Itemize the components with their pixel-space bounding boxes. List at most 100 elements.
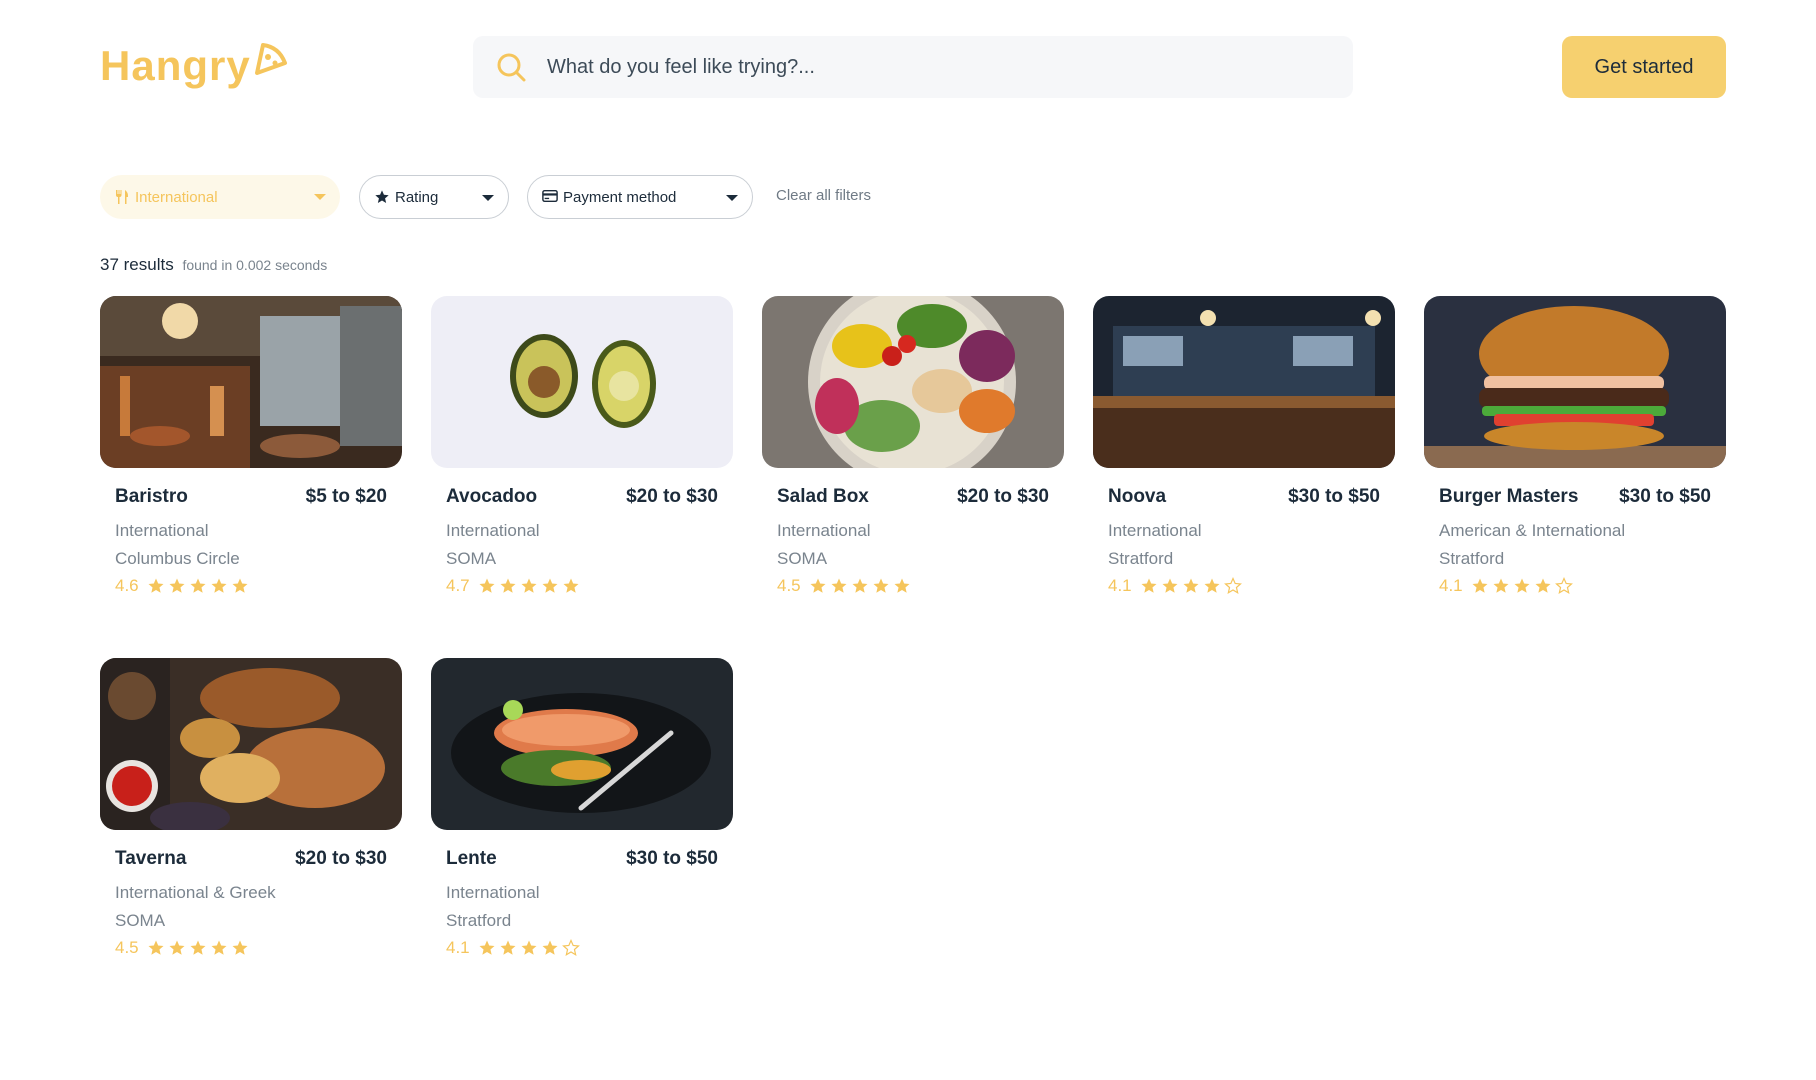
search-input[interactable]: [545, 54, 1329, 80]
star-filled-icon: [810, 578, 826, 593]
restaurant-image[interactable]: [1424, 296, 1726, 468]
rating-filter-dropdown[interactable]: Rating: [359, 175, 509, 219]
price-range: $30 to $50: [1288, 486, 1380, 507]
star-filled-icon: [542, 578, 558, 593]
price-range: $20 to $30: [295, 848, 387, 869]
restaurant-image[interactable]: [100, 658, 402, 830]
restaurant-name: Salad Box: [777, 486, 869, 507]
results-time: found in 0.002 seconds: [182, 257, 328, 273]
star-filled-icon: [1183, 578, 1199, 593]
rating-value: 4.5: [115, 938, 139, 957]
rating-filter-label: Rating: [395, 188, 439, 206]
restaurant-location: SOMA: [446, 549, 497, 568]
restaurant-rating: 4.1: [1108, 576, 1242, 596]
restaurant-card[interactable]: Salad Box $20 to $30 International SOMA 4.5: [762, 296, 1064, 616]
logo-text: Hangry: [100, 42, 251, 89]
star-filled-icon: [169, 578, 185, 593]
star-filled-icon: [190, 578, 206, 593]
star-filled-icon: [852, 578, 868, 593]
restaurant-location: Stratford: [1439, 549, 1505, 568]
rating-stars: [147, 939, 249, 957]
star-filled-icon: [190, 940, 206, 955]
rating-stars: [1140, 577, 1242, 595]
rating-stars: [147, 577, 249, 595]
chevron-down-icon: [314, 194, 326, 200]
star-filled-icon: [148, 940, 164, 955]
star-filled-icon: [169, 940, 185, 955]
restaurant-name: Noova: [1108, 486, 1167, 507]
restaurant-rating: 4.1: [1439, 576, 1573, 596]
restaurant-location: Stratford: [1108, 549, 1174, 568]
star-outline-icon: [561, 939, 580, 956]
clear-filters-link[interactable]: Clear all filters: [776, 187, 871, 204]
restaurant-cuisine: International: [446, 883, 540, 902]
rating-stars: [478, 939, 580, 957]
credit-card-icon: [542, 189, 558, 205]
utensils-icon: [114, 189, 130, 205]
restaurant-name: Baristro: [115, 486, 188, 507]
rating-value: 4.6: [115, 576, 139, 595]
restaurant-cuisine: International & Greek: [115, 883, 276, 902]
star-filled-icon: [1535, 578, 1551, 593]
restaurant-cuisine: American & International: [1439, 521, 1626, 540]
rating-value: 4.5: [777, 576, 801, 595]
restaurant-image[interactable]: [100, 296, 402, 468]
rating-value: 4.1: [446, 938, 470, 957]
star-filled-icon: [479, 578, 495, 593]
restaurant-card[interactable]: Noova $30 to $50 International Stratford 4.1: [1093, 296, 1395, 616]
restaurant-card[interactable]: Lente $30 to $50 International Stratford 4.1: [431, 658, 733, 978]
chevron-down-icon: [726, 195, 738, 201]
rating-stars: [478, 577, 580, 595]
restaurant-image[interactable]: [762, 296, 1064, 468]
star-filled-icon: [521, 940, 537, 955]
restaurant-image[interactable]: [431, 658, 733, 830]
price-range: $5 to $20: [305, 486, 387, 507]
restaurant-rating: 4.6: [115, 576, 249, 596]
restaurant-image[interactable]: [1093, 296, 1395, 468]
get-started-button[interactable]: Get started: [1562, 36, 1726, 98]
star-filled-icon: [148, 578, 164, 593]
restaurant-card[interactable]: Baristro $5 to $20 International Columbus C…: [100, 296, 402, 616]
cuisine-filter-label: International: [135, 188, 218, 206]
payment-filter-label: Payment method: [563, 188, 677, 206]
rating-value: 4.1: [1108, 576, 1132, 595]
price-range: $20 to $30: [957, 486, 1049, 507]
restaurant-card[interactable]: Avocadoo $20 to $30 International SOMA 4.7: [431, 296, 733, 616]
filter-bar: International Rating Payment method Clea…: [100, 175, 1400, 219]
search-bar: [473, 36, 1353, 98]
price-range: $30 to $50: [626, 848, 718, 869]
star-outline-icon: [1223, 577, 1242, 594]
restaurant-cuisine: International: [1108, 521, 1202, 540]
star-filled-icon: [1493, 578, 1509, 593]
cuisine-filter-dropdown[interactable]: International: [100, 175, 340, 219]
restaurant-name: Taverna: [115, 848, 187, 869]
results-count: 37 results: [100, 255, 174, 274]
payment-filter-dropdown[interactable]: Payment method: [527, 175, 753, 219]
restaurant-image[interactable]: [431, 296, 733, 468]
star-filled-icon: [1514, 578, 1530, 593]
star-filled-icon: [873, 578, 889, 593]
star-filled-icon: [211, 578, 227, 593]
restaurant-card[interactable]: Taverna $20 to $30 International & Greek SO…: [100, 658, 402, 978]
restaurant-location: Columbus Circle: [115, 549, 240, 568]
restaurant-rating: 4.1: [446, 938, 580, 958]
restaurant-card[interactable]: Burger Masters $30 to $50 American & Inter…: [1424, 296, 1726, 616]
price-range: $20 to $30: [626, 486, 718, 507]
star-filled-icon: [232, 940, 248, 955]
star-filled-icon: [521, 578, 537, 593]
star-filled-icon: [1472, 578, 1488, 593]
star-filled-icon: [500, 578, 516, 593]
logo[interactable]: Hangry: [100, 36, 289, 96]
pizza-slice-icon: [254, 43, 287, 75]
star-filled-icon: [232, 578, 248, 593]
rating-value: 4.1: [1439, 576, 1463, 595]
restaurant-rating: 4.5: [115, 938, 249, 958]
star-icon: [374, 189, 390, 205]
star-filled-icon: [894, 578, 910, 593]
restaurant-cuisine: International: [115, 521, 209, 540]
restaurant-location: Stratford: [446, 911, 512, 930]
star-filled-icon: [479, 940, 495, 955]
star-filled-icon: [831, 578, 847, 593]
results-summary: 37 results found in 0.002 seconds: [100, 255, 327, 275]
star-filled-icon: [542, 940, 558, 955]
